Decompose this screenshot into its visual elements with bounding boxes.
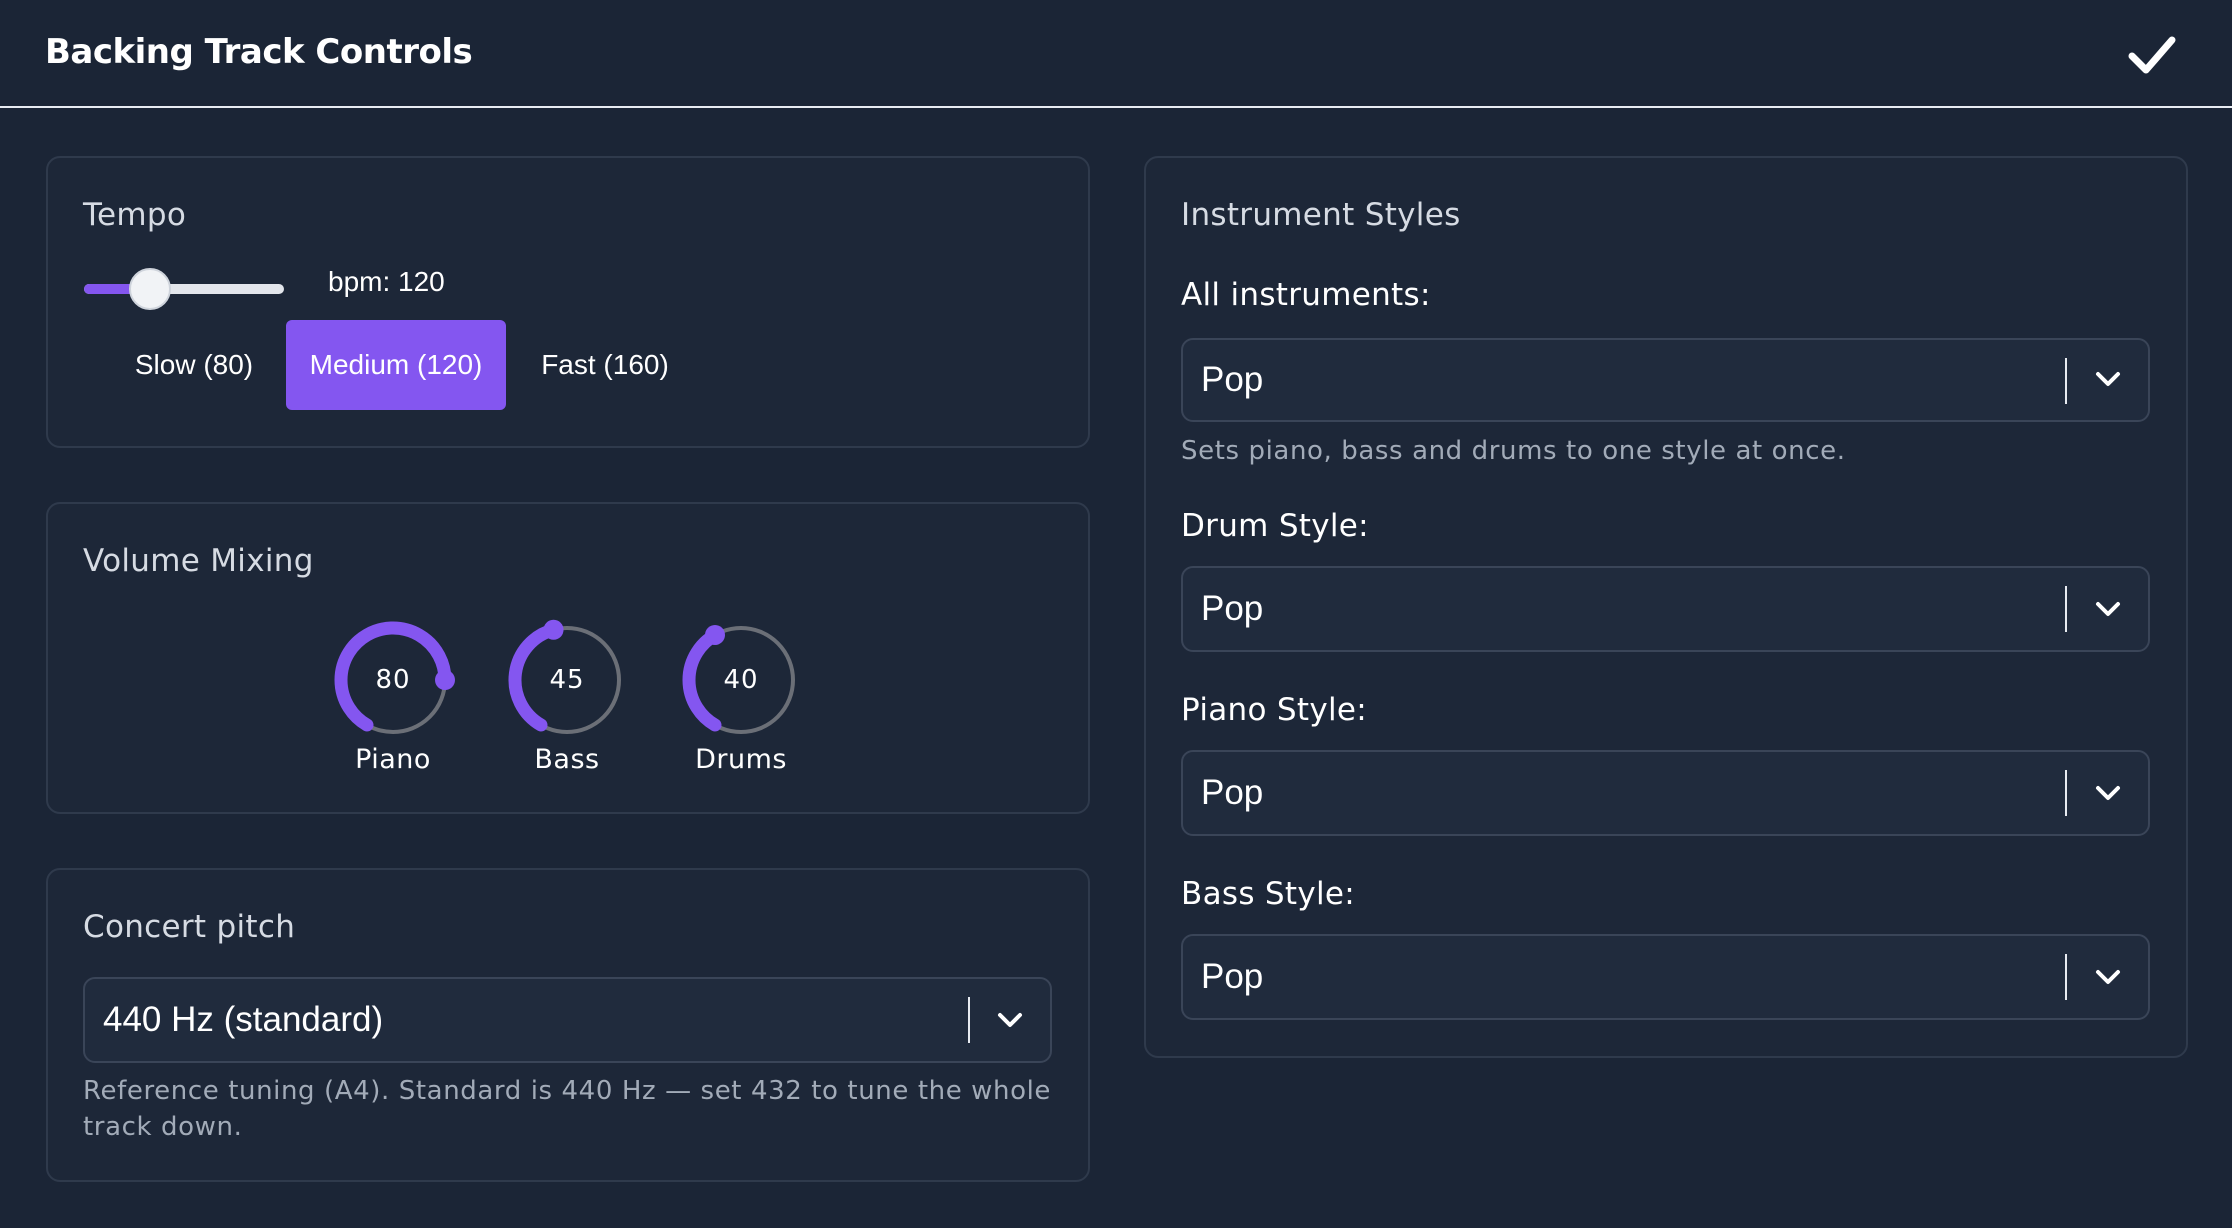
chevron-down-icon	[2096, 786, 2120, 800]
piano-volume-knob[interactable]: 80	[331, 618, 455, 742]
volume-title: Volume Mixing	[83, 543, 314, 579]
select-separator	[2065, 358, 2067, 404]
concert-pitch-select[interactable]: 440 Hz (standard)	[83, 977, 1052, 1063]
chevron-down-icon	[2096, 372, 2120, 386]
instrument-styles-title: Instrument Styles	[1181, 197, 1461, 233]
select-separator	[2065, 770, 2067, 816]
tempo-slow-button[interactable]: Slow (80)	[118, 320, 270, 410]
piano-knob-label: Piano	[355, 744, 431, 775]
pitch-title: Concert pitch	[83, 909, 296, 945]
check-icon	[2128, 36, 2176, 74]
chevron-down-icon	[998, 1013, 1022, 1027]
drums-volume-knob[interactable]: 40	[679, 618, 803, 742]
pitch-help-line-2: track down.	[83, 1112, 243, 1142]
bass-volume-value: 45	[549, 665, 585, 695]
tempo-medium-button[interactable]: Medium (120)	[286, 320, 506, 410]
piano-style-label: Piano Style:	[1181, 692, 1367, 728]
tempo-slider[interactable]	[84, 268, 284, 310]
select-separator	[2065, 954, 2067, 1000]
pitch-help-line-1: Reference tuning (A4). Standard is 440 H…	[83, 1076, 1052, 1106]
select-separator	[968, 997, 970, 1043]
chevron-down-icon	[2096, 970, 2120, 984]
all-instruments-select[interactable]: Pop	[1181, 338, 2150, 422]
bpm-readout: bpm: 120	[328, 266, 445, 297]
tempo-slider-thumb[interactable]	[129, 268, 171, 310]
bass-volume-knob[interactable]: 45	[505, 618, 629, 742]
tempo-title: Tempo	[83, 197, 187, 233]
all-instruments-help: Sets piano, bass and drums to one style …	[1181, 436, 1846, 466]
tempo-fast-button[interactable]: Fast (160)	[524, 320, 686, 410]
select-separator	[2065, 586, 2067, 632]
confirm-button[interactable]	[2124, 30, 2180, 82]
concert-pitch-value: 440 Hz (standard)	[103, 1000, 384, 1039]
piano-style-select[interactable]: Pop	[1181, 750, 2150, 836]
header-bar: Backing Track Controls	[0, 0, 2232, 108]
drum-style-value: Pop	[1201, 589, 1264, 628]
drums-volume-value: 40	[723, 665, 759, 695]
bass-style-label: Bass Style:	[1181, 876, 1356, 912]
all-instruments-label: All instruments:	[1181, 277, 1431, 313]
bass-style-select[interactable]: Pop	[1181, 934, 2150, 1020]
drum-style-select[interactable]: Pop	[1181, 566, 2150, 652]
bass-knob-label: Bass	[534, 744, 600, 775]
drum-style-label: Drum Style:	[1181, 508, 1369, 544]
piano-style-value: Pop	[1201, 773, 1264, 812]
chevron-down-icon	[2096, 602, 2120, 616]
all-instruments-value: Pop	[1201, 360, 1264, 399]
page-title: Backing Track Controls	[45, 32, 473, 72]
bass-style-value: Pop	[1201, 957, 1264, 996]
piano-volume-value: 80	[375, 665, 411, 695]
drums-knob-label: Drums	[695, 744, 787, 775]
